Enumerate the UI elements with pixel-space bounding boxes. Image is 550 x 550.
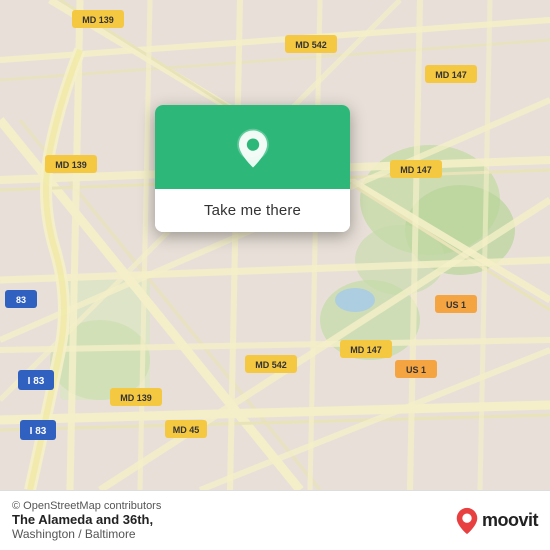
moovit-text: moovit bbox=[482, 510, 538, 531]
location-subtitle: Washington / Baltimore bbox=[12, 527, 161, 541]
moovit-logo: moovit bbox=[455, 507, 538, 535]
svg-text:I 83: I 83 bbox=[28, 376, 45, 387]
svg-text:MD 542: MD 542 bbox=[255, 360, 287, 370]
svg-text:MD 139: MD 139 bbox=[120, 393, 152, 403]
location-pin-icon bbox=[231, 127, 275, 171]
svg-text:US 1: US 1 bbox=[406, 365, 426, 375]
location-title: The Alameda and 36th, bbox=[12, 512, 161, 527]
svg-text:83: 83 bbox=[16, 295, 26, 305]
svg-text:MD 139: MD 139 bbox=[82, 15, 114, 25]
svg-text:MD 147: MD 147 bbox=[400, 165, 432, 175]
location-popup: Take me there bbox=[155, 105, 350, 232]
svg-text:I 83: I 83 bbox=[30, 426, 47, 437]
popup-header bbox=[155, 105, 350, 189]
svg-text:MD 147: MD 147 bbox=[435, 70, 467, 80]
svg-text:MD 45: MD 45 bbox=[173, 425, 200, 435]
bottom-bar: © OpenStreetMap contributors The Alameda… bbox=[0, 490, 550, 550]
moovit-pin-icon bbox=[455, 507, 479, 535]
svg-text:MD 147: MD 147 bbox=[350, 345, 382, 355]
map-background: MD 139 MD 139 MD 139 MD 542 MD 542 MD 14… bbox=[0, 0, 550, 490]
map-container: MD 139 MD 139 MD 139 MD 542 MD 542 MD 14… bbox=[0, 0, 550, 490]
svg-text:MD 542: MD 542 bbox=[295, 40, 327, 50]
svg-text:US 1: US 1 bbox=[446, 300, 466, 310]
svg-text:MD 139: MD 139 bbox=[55, 160, 87, 170]
location-info: © OpenStreetMap contributors The Alameda… bbox=[12, 500, 161, 541]
take-me-there-button[interactable]: Take me there bbox=[155, 189, 350, 232]
osm-attribution: © OpenStreetMap contributors bbox=[12, 500, 161, 512]
